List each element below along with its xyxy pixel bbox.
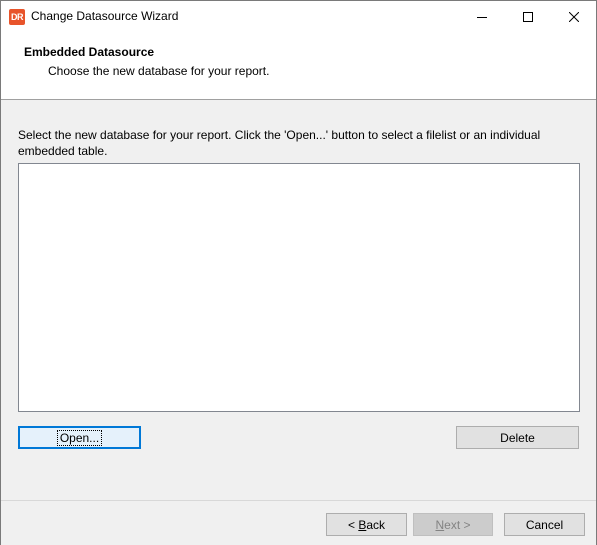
back-button[interactable]: < Back [326, 513, 407, 536]
back-label-rest: ack [366, 517, 386, 532]
back-prefix: < [347, 517, 359, 532]
back-accelerator: B [358, 517, 367, 532]
wizard-window: DR Change Datasource Wizard Embedded Dat… [0, 0, 597, 545]
delete-button[interactable]: Delete [456, 426, 579, 449]
next-accelerator: N [435, 517, 445, 532]
next-label-rest: ext > [444, 517, 471, 532]
wizard-header: Embedded Datasource Choose the new datab… [1, 32, 596, 100]
minimize-icon [477, 16, 487, 18]
page-subtitle: Choose the new database for your report. [48, 64, 270, 78]
minimize-button[interactable] [459, 1, 505, 32]
close-icon [569, 11, 579, 22]
instruction-text: Select the new database for your report.… [18, 128, 541, 158]
maximize-icon [523, 11, 533, 22]
cancel-button[interactable]: Cancel [504, 513, 585, 536]
window-title: Change Datasource Wizard [31, 9, 179, 23]
next-button[interactable]: Next > [413, 513, 493, 536]
title-bar[interactable]: DR Change Datasource Wizard [1, 1, 596, 32]
page-title: Embedded Datasource [24, 45, 155, 59]
app-logo-icon: DR [9, 9, 25, 25]
open-button[interactable]: Open... [18, 426, 141, 449]
datasource-list[interactable] [18, 163, 580, 412]
open-button-label: Open... [56, 429, 103, 446]
maximize-button[interactable] [505, 1, 551, 32]
close-button[interactable] [551, 1, 597, 32]
